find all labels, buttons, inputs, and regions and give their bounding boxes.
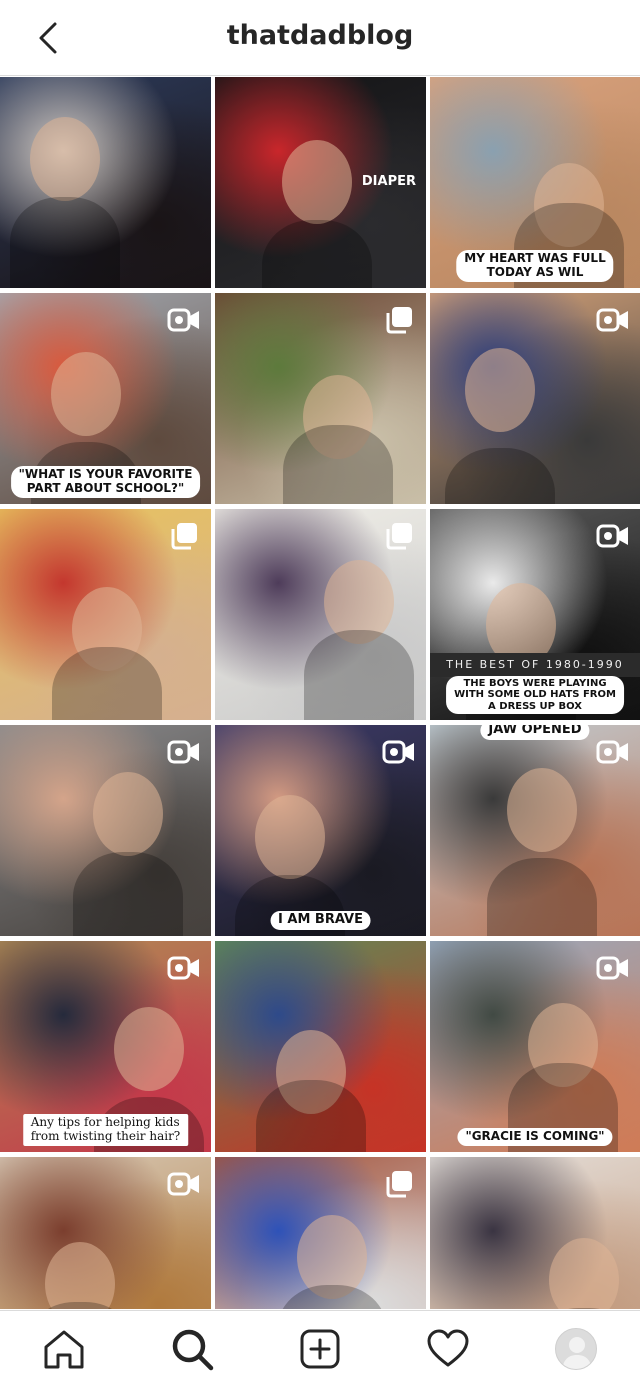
photo-subject (114, 1007, 184, 1091)
photo-subject-body (487, 858, 597, 936)
post-tile[interactable]: THE BEST OF 1980-1990 THE BOYS WERE PLAYI… (430, 509, 640, 720)
post-tile[interactable]: "IN THE SHOWER, GETTING MY HAIR WET" (0, 1157, 211, 1309)
photo-subject (93, 772, 163, 856)
photo-subject-body (304, 630, 414, 720)
photo-subject (549, 1238, 619, 1309)
post-caption: MY HEART WAS FULL TODAY AS WIL (456, 250, 614, 282)
post-tile[interactable] (215, 941, 426, 1152)
post-tile[interactable]: "GRACIE IS COMING" (430, 941, 640, 1152)
video-icon (167, 951, 201, 985)
post-caption: "GRACIE IS COMING" (457, 1128, 613, 1146)
nav-activity[interactable] (416, 1317, 480, 1381)
post-caption: "WHAT IS YOUR FAVORITE PART ABOUT SCHOOL… (10, 466, 201, 498)
video-icon (596, 951, 630, 985)
photo-subject (51, 352, 121, 436)
photo-subject (45, 1242, 115, 1309)
photo-subject (507, 768, 577, 852)
video-icon (382, 735, 416, 769)
post-tile[interactable]: JAW OPENED (430, 725, 640, 936)
post-tile[interactable]: Any tips for helping kids from twisting … (0, 941, 211, 1152)
carousel-icon (382, 1167, 416, 1201)
photo-subject-body (277, 1285, 387, 1309)
nav-search[interactable] (160, 1317, 224, 1381)
post-tile[interactable] (215, 509, 426, 720)
post-tile[interactable]: I AM BRAVE (215, 725, 426, 936)
post-tile[interactable]: DIAPER (215, 77, 426, 288)
post-tile[interactable]: MY HEART WAS FULL TODAY AS WIL (430, 77, 640, 288)
video-icon (596, 735, 630, 769)
carousel-icon (167, 519, 201, 553)
posts-grid: DIAPER MY HEART WAS FULL TODAY AS WIL "WHA… (0, 77, 640, 1309)
video-icon (596, 303, 630, 337)
bottom-nav (0, 1310, 640, 1386)
nav-home[interactable] (32, 1317, 96, 1381)
post-caption: Any tips for helping kids from twisting … (22, 1114, 189, 1146)
home-icon (44, 1330, 84, 1368)
plus-square-icon (300, 1329, 340, 1368)
video-icon (596, 519, 630, 553)
photo-subject-body (262, 220, 372, 288)
post-tile[interactable] (0, 509, 211, 720)
post-caption: DIAPER (361, 174, 416, 189)
photo-subject-body (445, 448, 555, 504)
photo-subject-body (10, 197, 120, 288)
photo-subject-body (283, 425, 393, 504)
post-caption: I AM BRAVE (270, 911, 371, 930)
avatar (555, 1327, 597, 1370)
profile-username[interactable]: thatdadblog (0, 20, 640, 51)
photo-subject (30, 117, 100, 201)
video-icon (167, 1167, 201, 1201)
top-bar: thatdadblog (0, 0, 640, 76)
search-icon (172, 1329, 214, 1370)
post-tile[interactable] (0, 725, 211, 936)
photo-subject-body (529, 1308, 639, 1309)
post-tile[interactable] (430, 1157, 640, 1309)
post-banner-text: THE BEST OF 1980-1990 (430, 653, 640, 677)
photo-subject-body (25, 1302, 135, 1309)
carousel-icon (382, 519, 416, 553)
photo-subject-body (73, 852, 183, 936)
photo-subject (465, 348, 535, 432)
nav-new-post[interactable] (288, 1317, 352, 1381)
photo-subject-body (256, 1080, 366, 1152)
carousel-icon (382, 303, 416, 337)
nav-profile[interactable] (544, 1317, 608, 1381)
post-tile[interactable] (0, 77, 211, 288)
post-tile[interactable]: "WHAT IS YOUR FAVORITE PART ABOUT SCHOOL… (0, 293, 211, 504)
post-caption: JAW OPENED (480, 725, 590, 740)
post-tile[interactable] (215, 293, 426, 504)
video-icon (167, 303, 201, 337)
photo-subject (255, 795, 325, 879)
photo-subject (282, 140, 352, 224)
heart-icon (427, 1329, 469, 1366)
video-icon (167, 735, 201, 769)
photo-subject-body (52, 647, 162, 720)
post-tile[interactable] (215, 1157, 426, 1309)
post-caption: THE BOYS WERE PLAYING WITH SOME OLD HATS… (446, 675, 624, 714)
post-tile[interactable] (430, 293, 640, 504)
